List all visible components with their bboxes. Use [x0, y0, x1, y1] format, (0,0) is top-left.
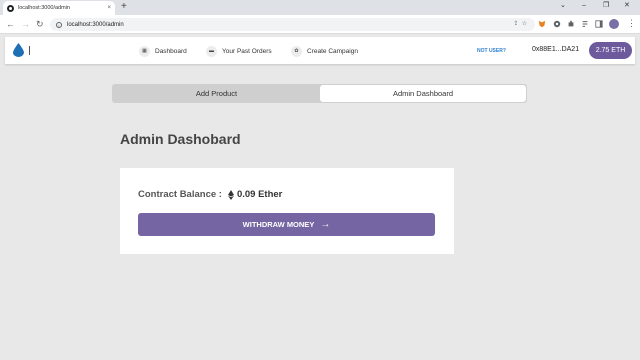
media-icon[interactable] — [581, 20, 589, 28]
nav-create-campaign[interactable]: ✿ Create Campaign — [291, 44, 358, 58]
tab-search-icon[interactable]: ⌄ — [560, 1, 566, 11]
grid-icon: ▦ — [139, 45, 150, 57]
sidepanel-icon[interactable] — [595, 20, 603, 28]
campaign-icon: ✿ — [291, 45, 302, 57]
tab-title: localhost:3000/admin — [18, 5, 70, 11]
balance-label: Contract Balance : — [138, 189, 222, 200]
nav-dashboard[interactable]: ▦ Dashboard — [139, 44, 187, 58]
wallet-address: 0x88E1...DA21 — [532, 46, 580, 53]
withdraw-label: WITHDRAW MONEY — [242, 220, 315, 229]
contract-balance: Contract Balance : 0.09 Ether — [138, 189, 282, 200]
ethereum-icon — [227, 189, 234, 200]
puzzle-icon[interactable] — [567, 20, 575, 28]
bookmark-star-icon[interactable]: ⇪ ☆ — [513, 20, 527, 27]
site-info-icon[interactable]: i — [56, 21, 62, 28]
tab-close-icon[interactable]: × — [107, 5, 111, 11]
reload-icon[interactable]: ↻ — [36, 19, 44, 29]
address-bar[interactable]: i localhost:3000/admin ⇪ ☆ — [50, 18, 535, 31]
browser-toolbar: ← → ↻ i localhost:3000/admin ⇪ ☆ ⋮ — [0, 15, 640, 34]
back-icon[interactable]: ← — [6, 19, 15, 29]
favicon-icon — [7, 4, 14, 12]
close-window-button[interactable]: ✕ — [624, 1, 630, 11]
app-navbar: ▦ Dashboard ▬ Your Past Orders ✿ Create … — [5, 37, 635, 64]
tab-add-product[interactable]: Add Product — [113, 85, 320, 102]
contract-card: Contract Balance : 0.09 Ether WITHDRAW M… — [120, 168, 454, 254]
tab-admin-dashboard[interactable]: Admin Dashboard — [320, 85, 526, 102]
eth-balance-badge[interactable]: 2.75 ETH — [589, 42, 632, 59]
browser-tab[interactable]: localhost:3000/admin × — [3, 1, 115, 15]
logo-divider — [29, 46, 30, 55]
balance-value: 0.09 Ether — [236, 189, 283, 200]
menu-icon[interactable]: ⋮ — [627, 18, 636, 28]
minimize-button[interactable]: – — [582, 1, 586, 11]
page-title: Admin Dashobard — [120, 131, 241, 147]
orders-icon: ▬ — [206, 45, 217, 57]
not-user-link[interactable]: NOT USER? — [477, 48, 506, 54]
profile-avatar[interactable] — [609, 19, 619, 29]
maximize-button[interactable]: ❐ — [603, 1, 609, 11]
browser-tab-strip: localhost:3000/admin × + ⌄ – ❐ ✕ — [0, 0, 640, 15]
admin-tabs: Add Product Admin Dashboard — [112, 84, 527, 103]
withdraw-money-button[interactable]: WITHDRAW MONEY → — [138, 213, 435, 236]
nav-past-orders[interactable]: ▬ Your Past Orders — [206, 44, 272, 58]
arrow-right-icon: → — [320, 219, 331, 230]
nav-label: Dashboard — [155, 47, 187, 55]
url-text: localhost:3000/admin — [67, 21, 124, 28]
drop-logo-icon[interactable] — [13, 43, 24, 57]
nav-label: Create Campaign — [307, 47, 358, 55]
nav-label: Your Past Orders — [222, 47, 272, 55]
forward-icon[interactable]: → — [21, 19, 30, 29]
metamask-icon[interactable] — [538, 20, 546, 28]
new-tab-button[interactable]: + — [121, 1, 127, 13]
extension-icon[interactable] — [553, 20, 561, 28]
